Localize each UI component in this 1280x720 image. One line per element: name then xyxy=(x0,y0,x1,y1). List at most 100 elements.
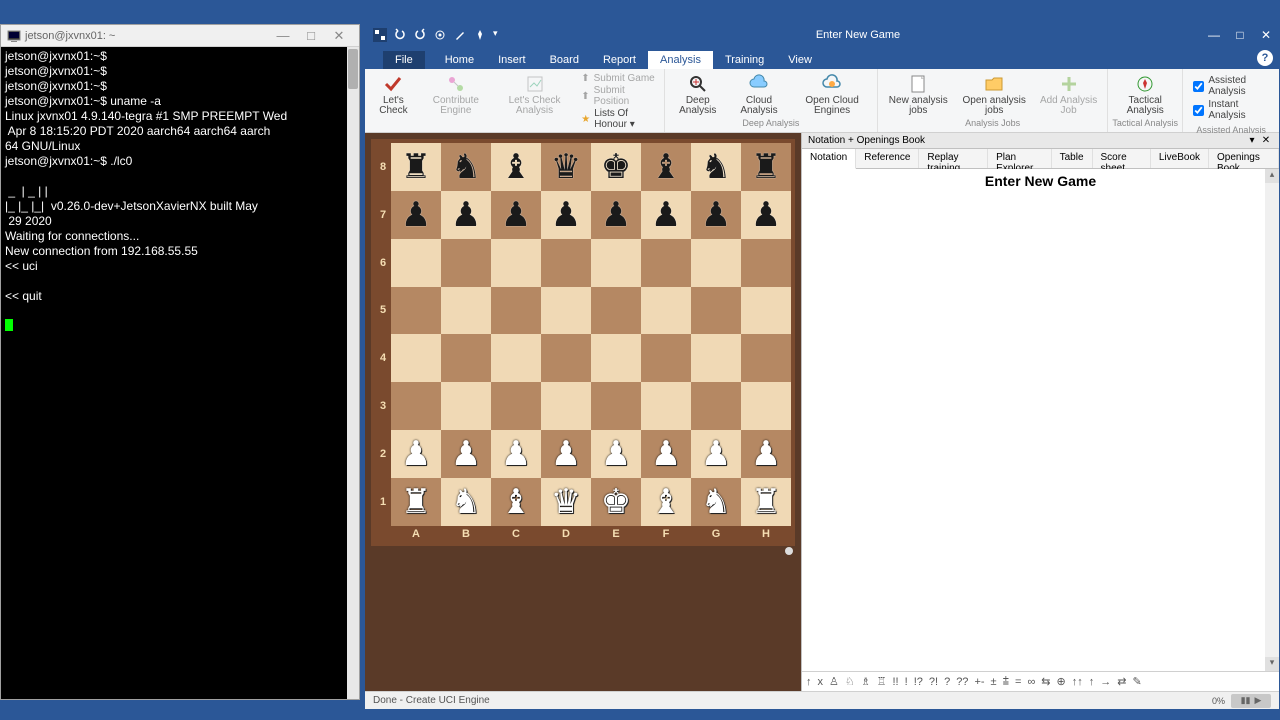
cloud-analysis-button[interactable]: Cloud Analysis xyxy=(729,71,789,118)
undo-icon[interactable] xyxy=(393,28,407,42)
minimize-button[interactable]: — xyxy=(269,28,297,43)
help-icon[interactable]: ? xyxy=(1257,50,1273,66)
pane-tab-reference[interactable]: Reference xyxy=(856,149,919,168)
square[interactable]: ♜ xyxy=(741,143,791,191)
square[interactable]: ♛ xyxy=(541,478,591,526)
square[interactable]: ♟ xyxy=(691,430,741,478)
tab-board[interactable]: Board xyxy=(538,51,591,69)
chess-titlebar[interactable]: ▾ Enter New Game — □ ✕ xyxy=(365,23,1279,47)
annotation-glyph[interactable]: → xyxy=(1100,676,1111,688)
square[interactable]: ♟ xyxy=(391,430,441,478)
annotation-glyph[interactable]: ⇄ xyxy=(1117,675,1126,688)
square[interactable] xyxy=(741,287,791,335)
tab-view[interactable]: View xyxy=(776,51,824,69)
square[interactable] xyxy=(541,334,591,382)
square[interactable]: ♚ xyxy=(591,143,641,191)
annotation-glyph[interactable]: ↑↑ xyxy=(1072,676,1083,688)
tactical-analysis-button[interactable]: Tactical Analysis xyxy=(1112,71,1178,118)
square[interactable] xyxy=(491,334,541,382)
annotation-glyph[interactable]: ∞ xyxy=(1027,676,1035,688)
pin-icon[interactable] xyxy=(473,28,487,42)
annotation-glyph[interactable]: ✎ xyxy=(1132,675,1141,688)
pane-tab-score-sheet[interactable]: Score sheet xyxy=(1093,149,1151,168)
tab-analysis[interactable]: Analysis xyxy=(648,51,713,69)
annotation-glyph[interactable]: !? xyxy=(914,676,923,688)
square[interactable] xyxy=(741,334,791,382)
annotation-glyph[interactable]: ♙ xyxy=(829,675,839,688)
annotation-glyph[interactable]: x xyxy=(818,676,824,688)
minimize-button[interactable]: — xyxy=(1201,23,1227,47)
pane-tab-plan-explorer[interactable]: Plan Explorer xyxy=(988,149,1052,168)
square[interactable] xyxy=(541,382,591,430)
square[interactable]: ♝ xyxy=(491,478,541,526)
annotation-glyph[interactable]: ?! xyxy=(929,676,938,688)
square[interactable] xyxy=(691,382,741,430)
lists-of-honour-button[interactable]: ★Lists Of Honour ▾ xyxy=(581,108,655,130)
annotation-glyph[interactable]: !! xyxy=(893,676,899,688)
annotation-glyph[interactable]: = xyxy=(1015,676,1021,688)
square[interactable]: ♜ xyxy=(741,478,791,526)
annotation-glyph[interactable]: ↑ xyxy=(1089,676,1095,688)
square[interactable] xyxy=(691,334,741,382)
square[interactable] xyxy=(391,382,441,430)
square[interactable]: ♚ xyxy=(591,478,641,526)
square[interactable] xyxy=(491,239,541,287)
square[interactable]: ♞ xyxy=(441,478,491,526)
annotation-glyph[interactable]: ↑ xyxy=(806,676,812,688)
maximize-button[interactable]: □ xyxy=(297,28,325,43)
square[interactable] xyxy=(641,287,691,335)
square[interactable] xyxy=(741,239,791,287)
pane-header[interactable]: Notation + Openings Book ▾ ✕ xyxy=(802,133,1279,149)
annotation-glyph[interactable]: ± xyxy=(991,676,997,688)
square[interactable] xyxy=(591,334,641,382)
tab-file[interactable]: File xyxy=(383,51,425,69)
annotation-glyph[interactable]: ? xyxy=(944,676,950,688)
chessboard[interactable]: 8♜♞♝♛♚♝♞♜7♟♟♟♟♟♟♟♟65432♟♟♟♟♟♟♟♟1♜♞♝♛♚♝♞♜… xyxy=(371,139,795,546)
square[interactable] xyxy=(641,382,691,430)
square[interactable] xyxy=(741,382,791,430)
tab-insert[interactable]: Insert xyxy=(486,51,538,69)
pane-tab-openings-book[interactable]: Openings Book xyxy=(1209,149,1279,168)
square[interactable]: ♟ xyxy=(591,191,641,239)
square[interactable]: ♟ xyxy=(541,191,591,239)
square[interactable]: ♞ xyxy=(441,143,491,191)
close-button[interactable]: ✕ xyxy=(1253,23,1279,47)
square[interactable] xyxy=(541,287,591,335)
square[interactable] xyxy=(641,239,691,287)
terminal-body[interactable]: jetson@jxvnx01:~$ jetson@jxvnx01:~$ jets… xyxy=(1,47,359,699)
square[interactable] xyxy=(491,382,541,430)
square[interactable] xyxy=(691,239,741,287)
close-button[interactable]: ✕ xyxy=(325,28,353,44)
square[interactable] xyxy=(691,287,741,335)
square[interactable]: ♛ xyxy=(541,143,591,191)
annotation-glyph[interactable]: +- xyxy=(974,676,984,688)
notation-body[interactable]: Enter New Game ▴ ▾ xyxy=(802,169,1279,671)
square[interactable] xyxy=(441,382,491,430)
square[interactable]: ♜ xyxy=(391,143,441,191)
square[interactable]: ♜ xyxy=(391,478,441,526)
square[interactable]: ♝ xyxy=(491,143,541,191)
annotation-glyph[interactable]: ♘ xyxy=(845,675,855,688)
lets-check-analysis-button[interactable]: Let's Check Analysis xyxy=(494,71,575,118)
qat-dropdown-icon[interactable]: ▾ xyxy=(493,28,507,42)
square[interactable]: ♟ xyxy=(741,430,791,478)
add-analysis-job-button[interactable]: Add Analysis Job xyxy=(1034,71,1103,118)
square[interactable]: ♞ xyxy=(691,143,741,191)
pane-close-icon[interactable]: ✕ xyxy=(1259,135,1273,146)
annotation-glyph[interactable]: ! xyxy=(905,676,908,688)
square[interactable]: ♟ xyxy=(491,191,541,239)
square[interactable]: ♟ xyxy=(641,191,691,239)
maximize-button[interactable]: □ xyxy=(1227,23,1253,47)
square[interactable]: ♝ xyxy=(641,143,691,191)
tab-home[interactable]: Home xyxy=(433,51,486,69)
media-controls[interactable]: ▮▮▶ xyxy=(1231,694,1271,708)
square[interactable]: ♟ xyxy=(441,430,491,478)
lets-check-button[interactable]: Let's Check xyxy=(369,71,418,118)
tab-report[interactable]: Report xyxy=(591,51,648,69)
square[interactable]: ♟ xyxy=(441,191,491,239)
notation-scrollbar[interactable]: ▴ ▾ xyxy=(1265,169,1279,671)
square[interactable] xyxy=(391,239,441,287)
square[interactable] xyxy=(491,287,541,335)
square[interactable] xyxy=(441,334,491,382)
square[interactable] xyxy=(541,239,591,287)
